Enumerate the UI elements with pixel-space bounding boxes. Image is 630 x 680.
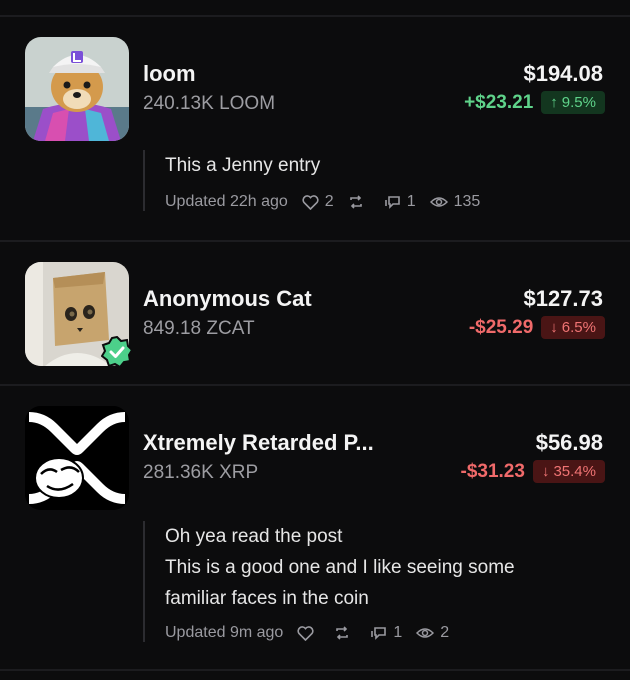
verified-badge-icon bbox=[101, 336, 133, 368]
arrow-down-icon: ↓ bbox=[541, 463, 550, 480]
xrp-avatar-image bbox=[25, 406, 129, 510]
like-stat[interactable] bbox=[297, 625, 320, 641]
holding-row-xrp[interactable]: Xtremely Retarded P... 281.36K XRP $56.9… bbox=[0, 386, 630, 666]
view-stat: 2 bbox=[416, 624, 449, 642]
holding-row-anonymous-cat[interactable]: Anonymous Cat 849.18 ZCAT $127.73 -$25.2… bbox=[0, 242, 630, 384]
post-preview[interactable]: This a Jenny entry Updated 22h ago 2 1 1… bbox=[143, 150, 605, 211]
comment-icon bbox=[371, 627, 387, 640]
holding-value: $194.08 bbox=[523, 61, 603, 86]
token-amount: 281.36K XRP bbox=[143, 462, 259, 483]
percent-badge: ↓ 35.4% bbox=[532, 460, 605, 483]
percent-badge: ↓ 6.5% bbox=[541, 316, 605, 339]
holding-value: $127.73 bbox=[523, 286, 603, 311]
updated-time: Updated 22h ago bbox=[165, 193, 288, 210]
post-text-line: familiar faces in the coin bbox=[165, 588, 369, 609]
percent-value: 9.5% bbox=[561, 94, 596, 111]
repost-stat[interactable] bbox=[334, 625, 356, 641]
token-name[interactable]: loom bbox=[143, 61, 196, 87]
comment-icon bbox=[384, 196, 400, 209]
change-amount: -$25.29 bbox=[468, 316, 534, 338]
token-name[interactable]: Xtremely Retarded P... bbox=[143, 430, 374, 456]
repost-icon bbox=[336, 626, 349, 640]
holding-row-loom[interactable]: loom 240.13K LOOM $194.08 +$23.21 ↑ 9.5%… bbox=[0, 17, 630, 240]
change-group: -$25.29 ↓ 6.5% bbox=[469, 316, 605, 339]
change-amount: -$31.23 bbox=[460, 460, 525, 482]
repost-icon bbox=[349, 195, 362, 209]
view-count: 2 bbox=[440, 624, 450, 641]
post-meta: Updated 22h ago 2 1 135 bbox=[165, 193, 605, 211]
change-group: -$31.23 ↓ 35.4% bbox=[460, 460, 605, 483]
post-text-line: This a Jenny entry bbox=[165, 155, 321, 176]
post-text-line: Oh yea read the post bbox=[165, 526, 343, 547]
shiba-avatar-image bbox=[25, 37, 129, 141]
change-group: +$23.21 ↑ 9.5% bbox=[464, 91, 605, 114]
bottom-divider bbox=[0, 669, 630, 671]
token-name[interactable]: Anonymous Cat bbox=[143, 286, 312, 312]
token-amount: 849.18 ZCAT bbox=[143, 318, 255, 339]
eye-icon bbox=[429, 197, 448, 207]
post-text-line: This is a good one and I like seeing som… bbox=[165, 557, 515, 578]
like-stat[interactable]: 2 bbox=[302, 193, 334, 211]
percent-badge: ↑ 9.5% bbox=[541, 91, 605, 114]
view-stat: 135 bbox=[429, 193, 481, 211]
arrow-down-icon: ↓ bbox=[550, 319, 558, 336]
token-avatar-loom[interactable] bbox=[25, 37, 129, 141]
post-meta: Updated 9m ago 1 2 bbox=[165, 624, 605, 642]
percent-value: 6.5% bbox=[561, 319, 596, 336]
change-amount: +$23.21 bbox=[464, 91, 534, 113]
comment-stat[interactable]: 1 bbox=[384, 193, 416, 211]
percent-value: 35.4% bbox=[553, 463, 596, 480]
heart-icon bbox=[302, 194, 319, 210]
arrow-up-icon: ↑ bbox=[550, 94, 558, 111]
heart-icon bbox=[297, 625, 314, 641]
comment-stat[interactable]: 1 bbox=[370, 624, 402, 642]
like-count: 2 bbox=[324, 193, 334, 210]
holding-value: $56.98 bbox=[535, 430, 603, 455]
comment-count: 1 bbox=[406, 193, 416, 210]
eye-icon bbox=[416, 628, 435, 638]
view-count: 135 bbox=[453, 193, 481, 210]
token-avatar-xrp[interactable] bbox=[25, 406, 129, 510]
token-amount: 240.13K LOOM bbox=[143, 93, 276, 114]
post-preview[interactable]: Oh yea read the post This is a good one … bbox=[143, 521, 605, 642]
comment-count: 1 bbox=[393, 624, 403, 641]
repost-stat[interactable] bbox=[348, 194, 370, 210]
updated-time: Updated 9m ago bbox=[165, 624, 284, 641]
